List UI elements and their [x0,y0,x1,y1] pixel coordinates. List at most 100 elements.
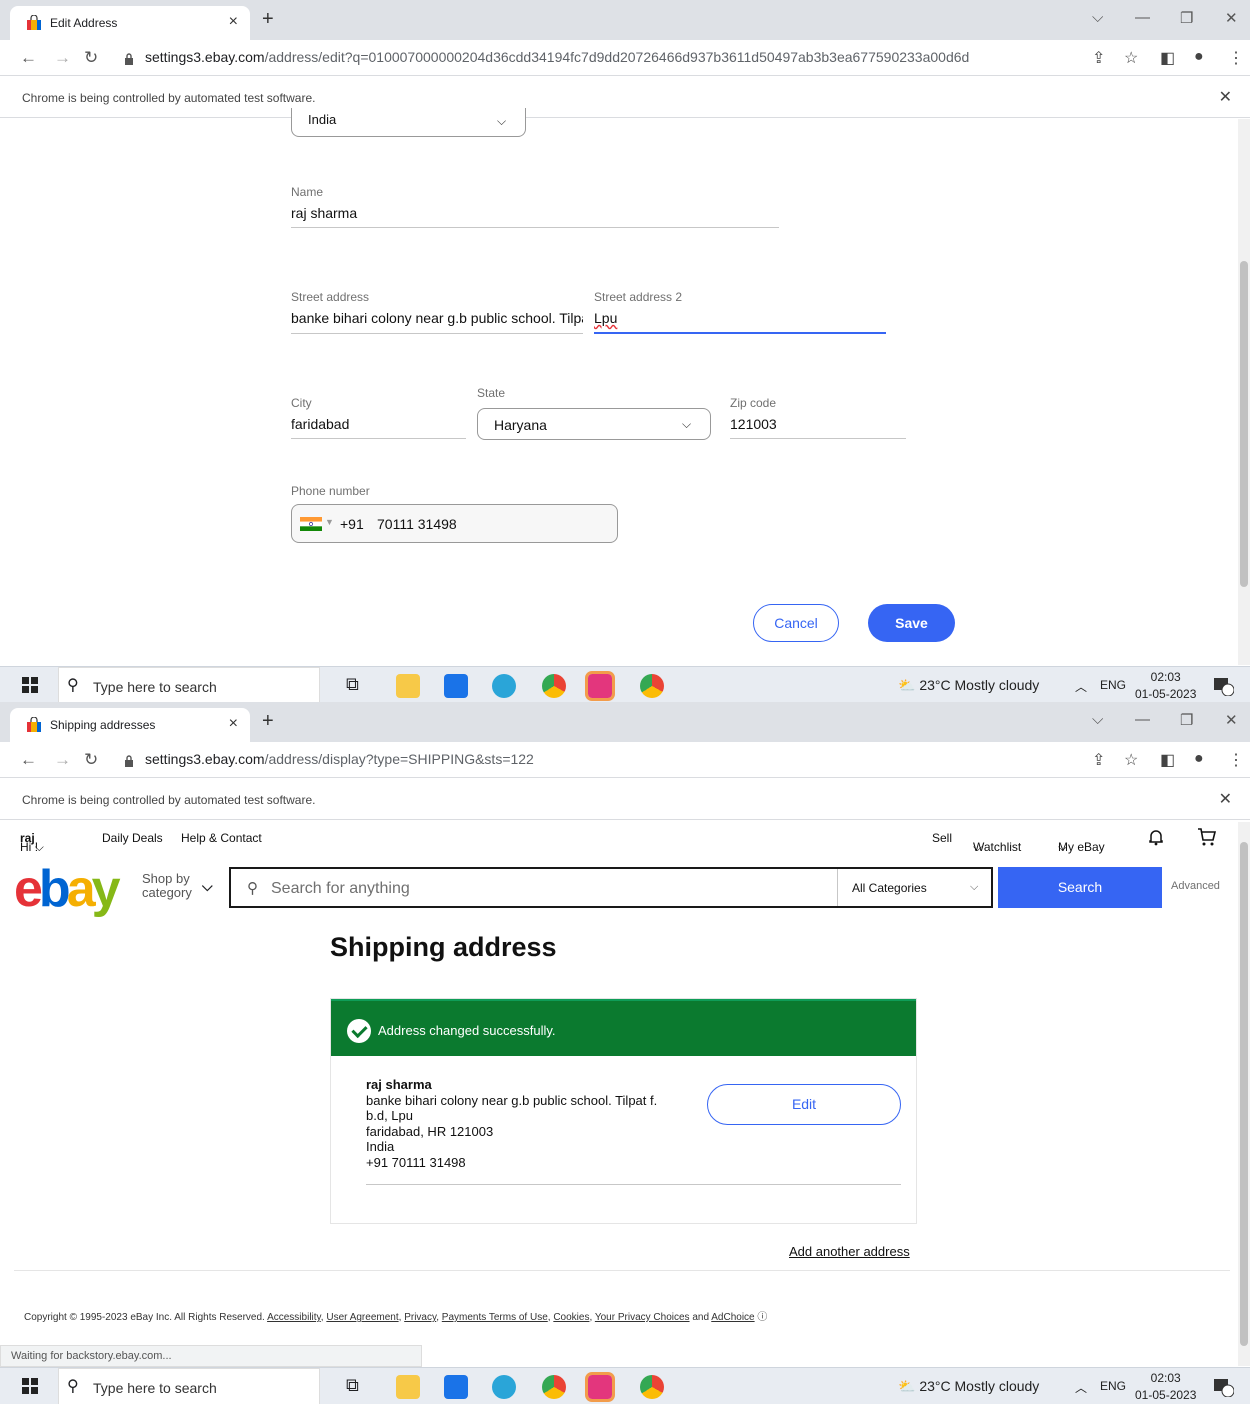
language-indicator[interactable]: ENG [1100,1379,1126,1393]
tab-edit-address[interactable]: Edit Address × [10,6,250,40]
minimize-icon[interactable]: — [1135,9,1150,26]
clock[interactable]: 02:03 01-05-2023 [1135,669,1196,702]
edit-button[interactable]: Edit [707,1084,901,1125]
taskbar-search[interactable]: ⚲ Type here to search [58,667,320,702]
new-tab-icon[interactable]: + [262,710,274,733]
language-indicator[interactable]: ENG [1100,678,1126,692]
state-select[interactable]: Haryana ⌵ [477,408,711,440]
shop-by-category[interactable]: Shop by category [142,872,192,900]
mail-icon[interactable] [444,674,468,698]
close-infobar-icon[interactable]: ✕ [1219,789,1232,809]
task-view-icon[interactable]: ⧉ [346,674,370,698]
scrollbar-thumb[interactable] [1240,261,1248,587]
search-input[interactable]: ⚲ Search for anything All Categories ⌵ [229,867,993,908]
notification-icon[interactable] [1212,1377,1234,1397]
restore-icon[interactable]: ❐ [1180,711,1193,729]
tab-search-chevron-icon[interactable]: ⌵ [1092,711,1103,728]
new-tab-icon[interactable]: + [262,8,274,31]
taskbar-search[interactable]: ⚲ Type here to search [58,1368,320,1404]
close-window-icon[interactable]: ✕ [1225,9,1238,27]
cancel-button[interactable]: Cancel [753,604,839,642]
back-arrow-icon[interactable]: ← [20,48,37,68]
sell-link[interactable]: Sell [932,831,952,845]
url-field[interactable]: settings3.ebay.com/address/display?type=… [145,751,534,767]
side-panel-icon[interactable]: ◧ [1160,750,1175,770]
street-field[interactable]: banke bihari colony near g.b public scho… [291,310,583,326]
country-select[interactable]: India ⌵ [291,108,526,137]
share-icon[interactable]: ⇪ [1092,750,1105,770]
scrollbar[interactable] [1238,822,1250,1366]
intellij-icon[interactable] [585,671,615,701]
footer-link-privacy-choices[interactable]: Your Privacy Choices [595,1312,690,1323]
daily-deals-link[interactable]: Daily Deals [102,831,163,845]
chevron-down-icon[interactable]: ⌵ [202,878,213,895]
tray-chevron-icon[interactable]: ︿ [1075,1379,1087,1396]
windows-start-icon[interactable] [22,677,38,693]
share-icon[interactable]: ⇪ [1092,48,1105,68]
address-line5: +91 70111 31498 [366,1154,466,1170]
close-window-icon[interactable]: ✕ [1225,711,1238,729]
clock[interactable]: 02:03 01-05-2023 [1135,1370,1196,1404]
tab-search-chevron-icon[interactable]: ⌵ [1092,9,1103,26]
ebay-logo[interactable]: ebay [14,863,121,915]
greeting-menu[interactable]: Hi raj! ⌵ [20,831,44,854]
street2-field[interactable]: Lpu [594,310,617,326]
forward-arrow-icon[interactable]: → [54,48,71,68]
weather-widget[interactable]: ⛅ 23°C Mostly cloudy [898,1378,1039,1395]
caret-down-icon[interactable]: ▼ [325,517,334,527]
windows-start-icon[interactable] [22,1378,38,1394]
profile-icon[interactable]: ● [1194,48,1204,66]
chrome-icon[interactable] [640,1375,664,1399]
edge-icon[interactable] [492,674,516,698]
forward-arrow-icon[interactable]: → [54,750,71,770]
footer-link-payments-terms[interactable]: Payments Terms of Use [442,1312,548,1323]
scrollbar-thumb[interactable] [1240,842,1248,1346]
intellij-icon[interactable] [585,1372,615,1402]
search-button[interactable]: Search [998,867,1162,908]
footer-link-cookies[interactable]: Cookies [553,1312,589,1323]
close-tab-icon[interactable]: × [229,715,238,733]
star-icon[interactable]: ☆ [1124,48,1138,68]
restore-icon[interactable]: ❐ [1180,9,1193,27]
add-another-address-link[interactable]: Add another address [789,1244,910,1259]
tab-shipping-addresses[interactable]: Shipping addresses × [10,708,250,742]
save-button[interactable]: Save [868,604,955,642]
zip-field[interactable]: 121003 [730,416,777,432]
kebab-menu-icon[interactable]: ⋮ [1228,750,1244,770]
bell-icon[interactable] [1147,828,1165,846]
footer-link-adchoice[interactable]: AdChoice [711,1312,754,1323]
footer-link-privacy[interactable]: Privacy [404,1312,436,1323]
advanced-search-link[interactable]: Advanced [1171,880,1220,892]
reload-icon[interactable]: ↻ [84,750,98,770]
chrome-icon[interactable] [542,1375,566,1399]
file-explorer-icon[interactable] [396,674,420,698]
star-icon[interactable]: ☆ [1124,750,1138,770]
notification-icon[interactable] [1212,676,1234,696]
close-tab-icon[interactable]: × [229,13,238,31]
footer-link-accessibility[interactable]: Accessibility [267,1312,321,1323]
back-arrow-icon[interactable]: ← [20,750,37,770]
chrome-icon[interactable] [542,674,566,698]
file-explorer-icon[interactable] [396,1375,420,1399]
mail-icon[interactable] [444,1375,468,1399]
city-field[interactable]: faridabad [291,416,349,432]
phone-field[interactable]: ▼ +91 70111 31498 [291,504,618,543]
weather-widget[interactable]: ⛅ 23°C Mostly cloudy [898,677,1039,694]
category-select[interactable]: All Categories ⌵ [837,869,993,906]
name-field[interactable]: raj sharma [291,205,357,221]
reload-icon[interactable]: ↻ [84,48,98,68]
cart-icon[interactable] [1197,827,1217,847]
task-view-icon[interactable]: ⧉ [346,1375,370,1399]
chrome-icon[interactable] [640,674,664,698]
profile-icon[interactable]: ● [1194,750,1204,768]
kebab-menu-icon[interactable]: ⋮ [1228,48,1244,68]
minimize-icon[interactable]: — [1135,711,1150,728]
tray-chevron-icon[interactable]: ︿ [1075,678,1087,695]
footer-link-user-agreement[interactable]: User Agreement [326,1312,398,1323]
edge-icon[interactable] [492,1375,516,1399]
side-panel-icon[interactable]: ◧ [1160,48,1175,68]
url-field[interactable]: settings3.ebay.com/address/edit?q=010007… [145,49,969,65]
close-infobar-icon[interactable]: ✕ [1219,87,1232,107]
scrollbar[interactable] [1238,119,1250,665]
help-contact-link[interactable]: Help & Contact [181,831,262,845]
